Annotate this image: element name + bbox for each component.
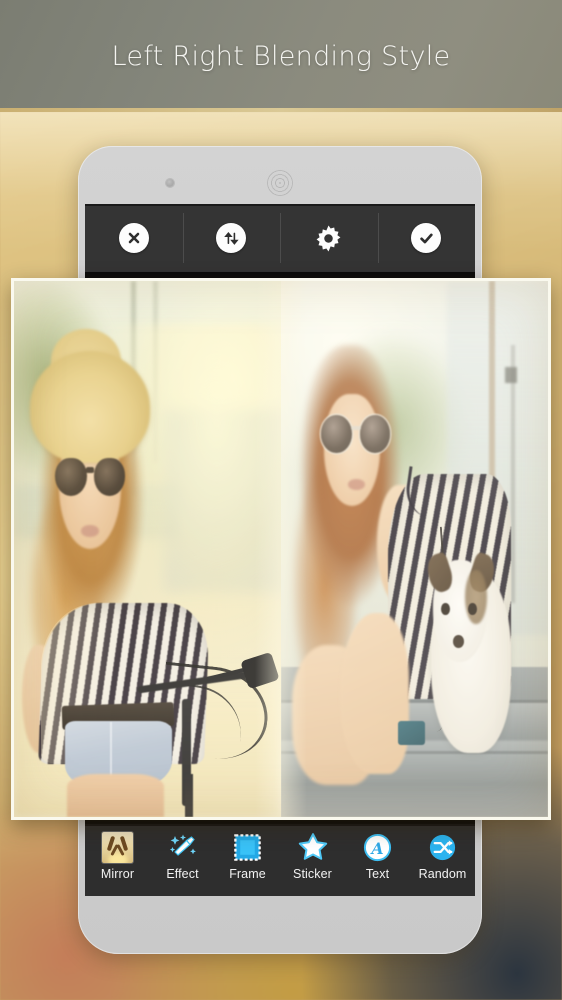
app-root: Left Right Blending Style Mirror Effect … <box>0 0 562 1000</box>
bottom-toolbar: Mirror Effect Frame Sticker A Text Rando… <box>85 824 475 896</box>
tool-label: Text <box>365 867 390 881</box>
collage-preview[interactable] <box>11 278 551 820</box>
right-photo <box>281 281 548 817</box>
mirror-thumbnail-icon <box>101 830 135 864</box>
gear-icon <box>313 223 344 254</box>
swap-button[interactable] <box>182 204 281 272</box>
header-banner: Left Right Blending Style <box>0 0 562 112</box>
close-icon <box>118 223 149 253</box>
frame-square-icon <box>231 830 265 864</box>
tool-text[interactable]: A Text <box>348 830 408 881</box>
magic-wand-icon <box>166 830 200 864</box>
collage-left-panel[interactable] <box>14 281 281 817</box>
tool-sticker[interactable]: Sticker <box>283 830 343 881</box>
tool-label: Mirror <box>100 867 135 881</box>
tool-frame[interactable]: Frame <box>218 830 278 881</box>
collage-right-panel[interactable] <box>281 281 548 817</box>
shuffle-circle-icon <box>426 830 460 864</box>
tool-label: Sticker <box>293 867 332 881</box>
tool-label: Frame <box>229 867 266 881</box>
tool-effect[interactable]: Effect <box>153 830 213 881</box>
cancel-button[interactable] <box>85 204 183 272</box>
top-toolbar <box>85 204 475 272</box>
left-photo <box>14 281 281 817</box>
front-camera-icon <box>166 179 174 187</box>
check-circle-icon <box>411 223 442 253</box>
page-title: Left Right Blending Style <box>111 40 451 72</box>
speaker-grille-icon <box>267 170 293 196</box>
star-icon <box>296 830 330 864</box>
swap-vertical-icon <box>216 223 247 253</box>
tool-label: Effect <box>166 867 199 881</box>
settings-button[interactable] <box>280 204 378 272</box>
text-a-circle-icon: A <box>361 830 395 864</box>
tool-mirror[interactable]: Mirror <box>88 830 148 881</box>
tool-label: Random <box>418 867 467 881</box>
blend-seam <box>255 281 307 817</box>
svg-text:A: A <box>369 838 383 857</box>
confirm-button[interactable] <box>377 204 476 272</box>
tool-random[interactable]: Random <box>413 830 473 881</box>
